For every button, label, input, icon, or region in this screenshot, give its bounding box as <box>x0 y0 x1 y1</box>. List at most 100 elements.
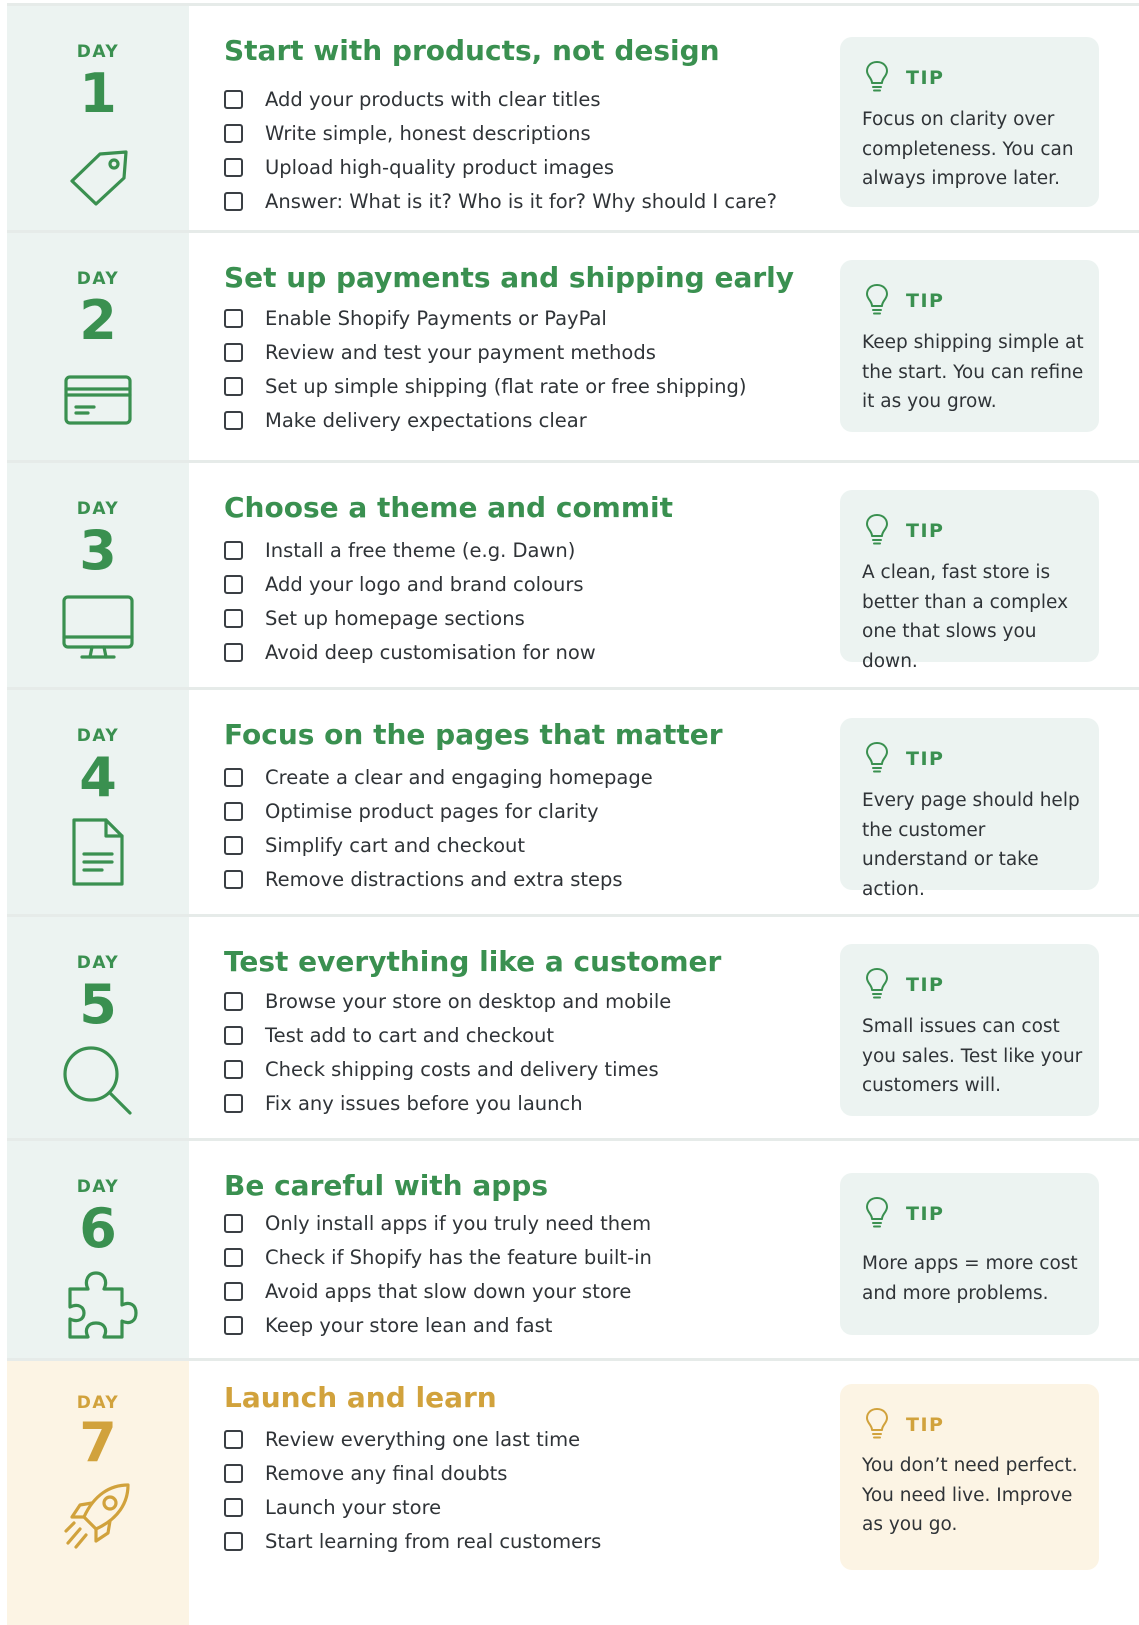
checkbox[interactable] <box>224 1093 243 1113</box>
checkbox[interactable] <box>224 157 243 177</box>
checklist-item: Set up simple shipping (flat rate or fre… <box>224 369 747 403</box>
lightbulb-icon <box>864 966 890 1004</box>
checklist-item-label: Remove distractions and extra steps <box>265 867 623 891</box>
checklist-item-label: Fix any issues before you launch <box>265 1091 583 1115</box>
tip-text: Small issues can cost you sales. Test li… <box>862 1016 1083 1096</box>
checkbox[interactable] <box>224 1059 243 1079</box>
checkbox[interactable] <box>224 1281 243 1301</box>
checklist-item-label: Write simple, honest descriptions <box>265 121 591 145</box>
checklist-item: Avoid apps that slow down your store <box>224 1274 652 1308</box>
checkbox[interactable] <box>224 642 243 662</box>
section-title: Launch and learn <box>224 1381 497 1414</box>
checkbox[interactable] <box>224 869 243 889</box>
checklist-item-label: Avoid apps that slow down your store <box>265 1279 632 1303</box>
checklist-item-label: Review everything one last time <box>265 1427 581 1451</box>
tip-text: Every page should help the customer unde… <box>862 790 1080 900</box>
checkbox[interactable] <box>224 342 243 362</box>
day-6-section: DAY 6 Be careful with apps Only install … <box>7 1141 1139 1358</box>
checklist-item-label: Upload high-quality product images <box>265 155 615 179</box>
checklist-item: Test add to cart and checkout <box>224 1018 671 1052</box>
checkbox[interactable] <box>224 1213 243 1233</box>
checklist-item-label: Test add to cart and checkout <box>265 1023 555 1047</box>
tip-card: TIP A clean, fast store is better than a… <box>840 490 1099 672</box>
checkbox[interactable] <box>224 574 243 594</box>
checkbox[interactable] <box>224 1247 243 1267</box>
tip-header: TIP <box>864 1406 944 1444</box>
checklist: Browse your store on desktop and mobile … <box>224 984 671 1120</box>
day-number: 3 <box>79 519 117 582</box>
checklist-item-label: Avoid deep customisation for now <box>265 640 596 664</box>
checklist-item-label: Install a free theme (e.g. Dawn) <box>265 538 576 562</box>
checklist-item: Browse your store on desktop and mobile <box>224 984 671 1018</box>
day-label: DAY <box>76 726 120 746</box>
section-title: Choose a theme and commit <box>224 491 674 524</box>
checkbox[interactable] <box>224 608 243 628</box>
lightbulb-icon <box>864 1195 890 1233</box>
checkbox[interactable] <box>224 1497 243 1517</box>
checkbox[interactable] <box>224 376 243 396</box>
checkbox[interactable] <box>224 991 243 1011</box>
tip-label: TIP <box>906 974 945 996</box>
checkbox[interactable] <box>224 1315 243 1335</box>
checklist-item: Fix any issues before you launch <box>224 1086 671 1120</box>
checklist-item: Remove distractions and extra steps <box>224 862 653 896</box>
checkbox[interactable] <box>224 123 243 143</box>
day-badge-panel: DAY 2 <box>7 233 189 460</box>
checkbox[interactable] <box>224 1429 243 1449</box>
checklist-item-label: Answer: What is it? Who is it for? Why s… <box>265 189 777 213</box>
checklist-item: Answer: What is it? Who is it for? Why s… <box>224 184 777 218</box>
tip-header: TIP <box>864 740 944 778</box>
tip-header: TIP <box>864 282 944 320</box>
checklist-item-label: Set up homepage sections <box>265 606 525 630</box>
tip-text: A clean, fast store is better than a com… <box>862 562 1069 672</box>
day-label: DAY <box>76 953 120 973</box>
checkbox[interactable] <box>224 835 243 855</box>
checkbox[interactable] <box>224 801 243 821</box>
puzzle-icon <box>58 1261 138 1341</box>
lightbulb-icon <box>864 1406 890 1444</box>
checkbox[interactable] <box>224 410 243 430</box>
tip-text: You don’t need perfect. You need live. I… <box>862 1455 1078 1535</box>
checklist-item-label: Launch your store <box>265 1495 442 1519</box>
lightbulb-icon <box>864 740 890 778</box>
checklist-item: Launch your store <box>224 1490 601 1524</box>
day-label: DAY <box>76 269 120 289</box>
checklist-item: Add your products with clear titles <box>224 82 777 116</box>
checklist-item: Upload high-quality product images <box>224 150 777 184</box>
day-label: DAY <box>76 1393 120 1413</box>
tip-header: TIP <box>864 1195 944 1233</box>
tip-label: TIP <box>906 748 945 770</box>
checklist-item-label: Simplify cart and checkout <box>265 833 526 857</box>
day-badge-panel: DAY 1 <box>7 6 189 230</box>
day-badge-panel: DAY 4 <box>7 690 189 914</box>
tip-header: TIP <box>864 59 944 97</box>
checklist-item: Remove any final doubts <box>224 1456 601 1490</box>
checklist: Enable Shopify Payments or PayPal Review… <box>224 301 747 437</box>
tip-label: TIP <box>906 1203 945 1225</box>
tip-card: TIP Focus on clarity over completeness. … <box>840 37 1099 207</box>
checkbox[interactable] <box>224 308 243 328</box>
day-number: 5 <box>79 973 117 1036</box>
checklist-item: Add your logo and brand colours <box>224 567 596 601</box>
checklist-item: Start learning from real customers <box>224 1524 601 1558</box>
checklist-item-label: Add your logo and brand colours <box>265 572 584 596</box>
tip-header: TIP <box>864 512 944 550</box>
day-label: DAY <box>76 42 120 62</box>
seven-day-checklist: DAY 1 Start with products, not design Ad… <box>0 0 1139 1625</box>
tip-header: TIP <box>864 966 944 1004</box>
tip-card: TIP More apps = more cost and more probl… <box>840 1173 1099 1335</box>
checkbox[interactable] <box>224 191 243 211</box>
tip-label: TIP <box>906 520 945 542</box>
checklist-item-label: Remove any final doubts <box>265 1461 508 1485</box>
day-label: DAY <box>76 1177 120 1197</box>
checklist-item-label: Browse your store on desktop and mobile <box>265 989 672 1013</box>
checkbox[interactable] <box>224 767 243 787</box>
section-title: Start with products, not design <box>224 34 720 67</box>
checklist-item: Simplify cart and checkout <box>224 828 653 862</box>
checkbox[interactable] <box>224 540 243 560</box>
checkbox[interactable] <box>224 1025 243 1045</box>
lightbulb-icon <box>864 59 890 97</box>
checkbox[interactable] <box>224 1463 243 1483</box>
checkbox[interactable] <box>224 89 243 109</box>
checkbox[interactable] <box>224 1531 243 1551</box>
